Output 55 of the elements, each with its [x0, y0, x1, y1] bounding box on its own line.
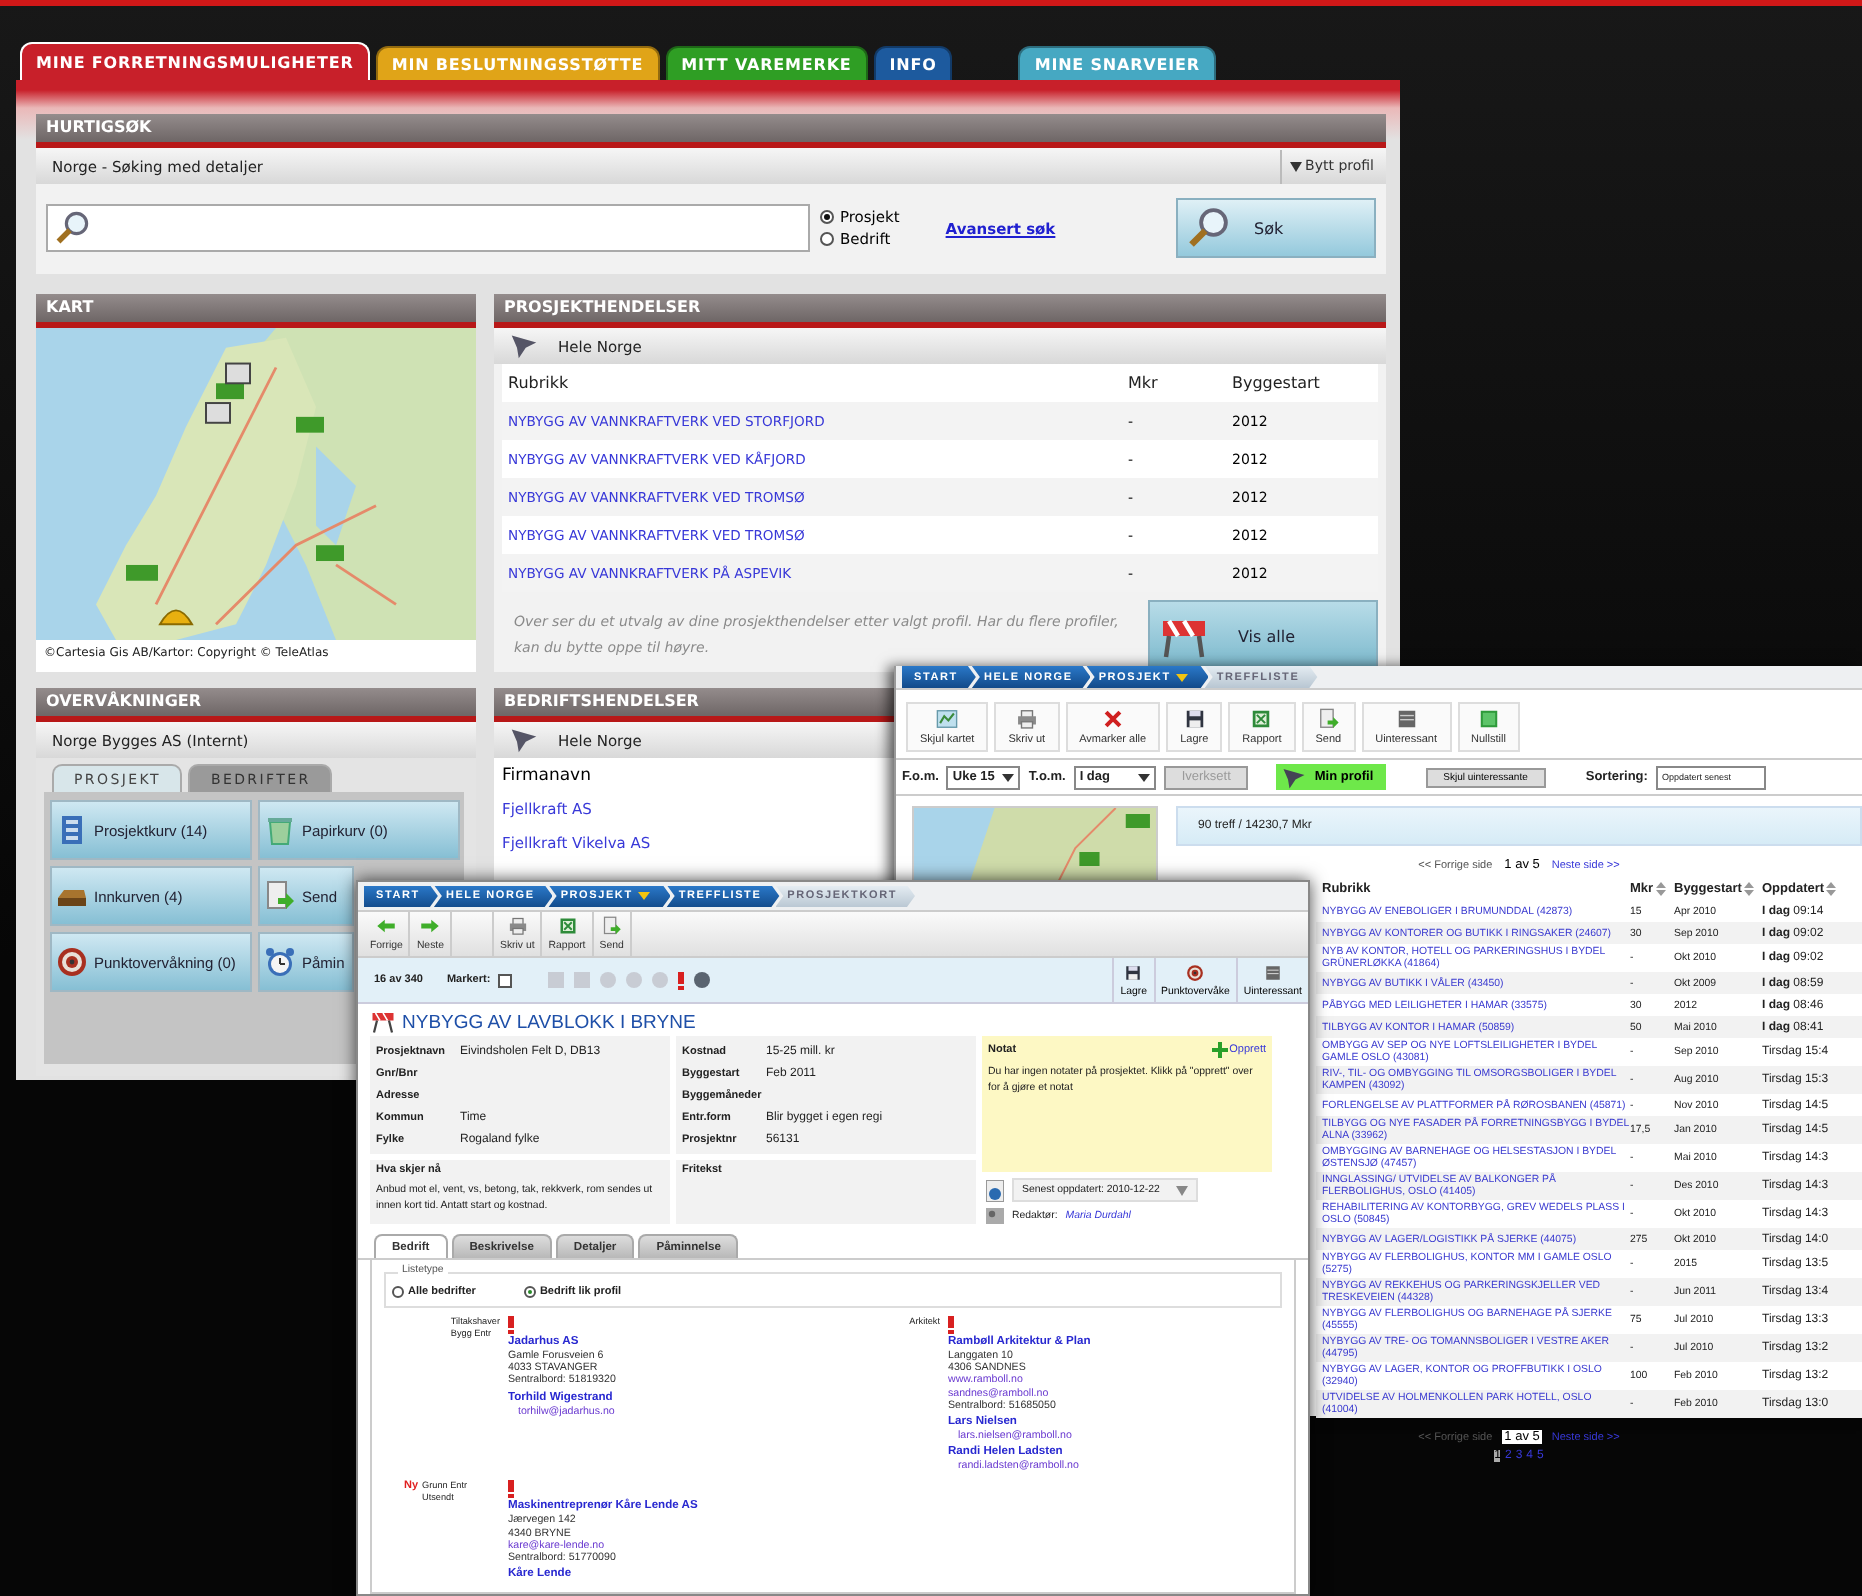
cabinet-icon: [56, 814, 88, 846]
caret-icon: [1135, 769, 1152, 785]
printer-icon: [1015, 708, 1038, 730]
radio-button[interactable]: [820, 210, 834, 224]
spreadsheet-icon: [1250, 708, 1273, 730]
column-header: Rubrikk: [508, 374, 571, 392]
cross-icon: [1101, 708, 1124, 730]
checkbox[interactable]: [498, 973, 513, 987]
plus-icon: [1211, 1042, 1228, 1058]
nav-tab[interactable]: MINE FORRETNINGSMULIGHETER: [20, 42, 370, 80]
caret-icon: [1289, 161, 1302, 171]
document-arrow-icon: [264, 880, 296, 912]
search-icon: [1186, 206, 1230, 250]
search-field[interactable]: [46, 204, 810, 252]
sort-icon: [1743, 882, 1754, 896]
panel-header: PROSJEKTHENDELSER: [494, 294, 1386, 328]
right-arrow-icon: [420, 916, 441, 936]
exclamation-icon: [948, 1316, 954, 1334]
column-header: Mkr: [1128, 374, 1160, 392]
radio-button[interactable]: [820, 232, 834, 246]
globe-icon: [694, 972, 711, 988]
show-all-button[interactable]: Vis alle: [1148, 600, 1378, 672]
search-icon: [54, 210, 90, 246]
square-icon: [1263, 963, 1282, 981]
project-title: NYBYGG AV LAVBLOKK I BRYNE: [402, 1011, 696, 1033]
exclamation-icon: [508, 1480, 514, 1499]
person-card-icon: [986, 1208, 1004, 1224]
column-header: Firmanavn: [502, 765, 591, 785]
square-icon: [1477, 708, 1500, 730]
target-icon: [1186, 963, 1205, 981]
panel-header: HURTIGSØK: [36, 114, 1386, 148]
caret-icon: [636, 888, 653, 904]
info-icon: [986, 1179, 1004, 1201]
sort-icon: [1655, 882, 1666, 896]
spreadsheet-icon: [557, 916, 578, 936]
panel-header: OVERVÅKNINGER: [36, 688, 476, 722]
trash-can-icon: [264, 814, 296, 846]
caret-icon: [1175, 1185, 1188, 1195]
sort-icon: [1826, 882, 1837, 896]
column-header: Byggestart: [1232, 374, 1322, 392]
square-icon: [1395, 708, 1418, 730]
nav-tab[interactable]: INFO: [873, 46, 953, 80]
alarm-clock-icon: [264, 946, 296, 978]
radio-button[interactable]: [392, 1286, 404, 1298]
panel-header: KART: [36, 294, 476, 328]
road-sign-icon: [370, 1010, 396, 1034]
target-icon: [56, 946, 88, 978]
map-icon: [936, 708, 959, 730]
exclamation-icon: [508, 1316, 514, 1334]
search-button[interactable]: Søk: [1176, 198, 1376, 258]
printer-icon: [507, 916, 528, 936]
radio-button[interactable]: [523, 1286, 536, 1298]
left-arrow-icon: [376, 916, 397, 936]
exclamation-icon: [678, 971, 685, 989]
caret-icon: [1000, 769, 1017, 785]
